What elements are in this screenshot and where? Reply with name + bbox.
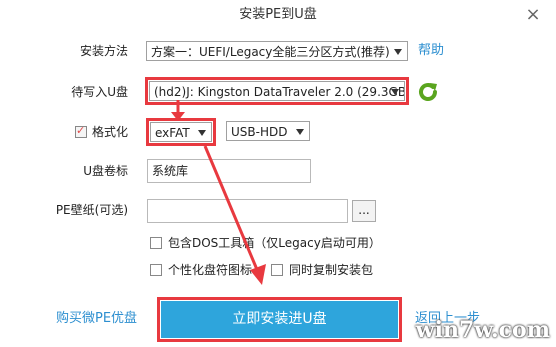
installer-window: 安装PE到U盘 × 安装方法 方案一：UEFI/Legacy全能三分区方式(推荐… bbox=[0, 0, 556, 347]
arrow-head bbox=[171, 112, 185, 121]
arrow-head bbox=[250, 264, 266, 285]
annotation-arrows bbox=[171, 100, 266, 285]
arrow-line bbox=[203, 145, 260, 273]
watermark: win7w.com bbox=[415, 317, 550, 343]
